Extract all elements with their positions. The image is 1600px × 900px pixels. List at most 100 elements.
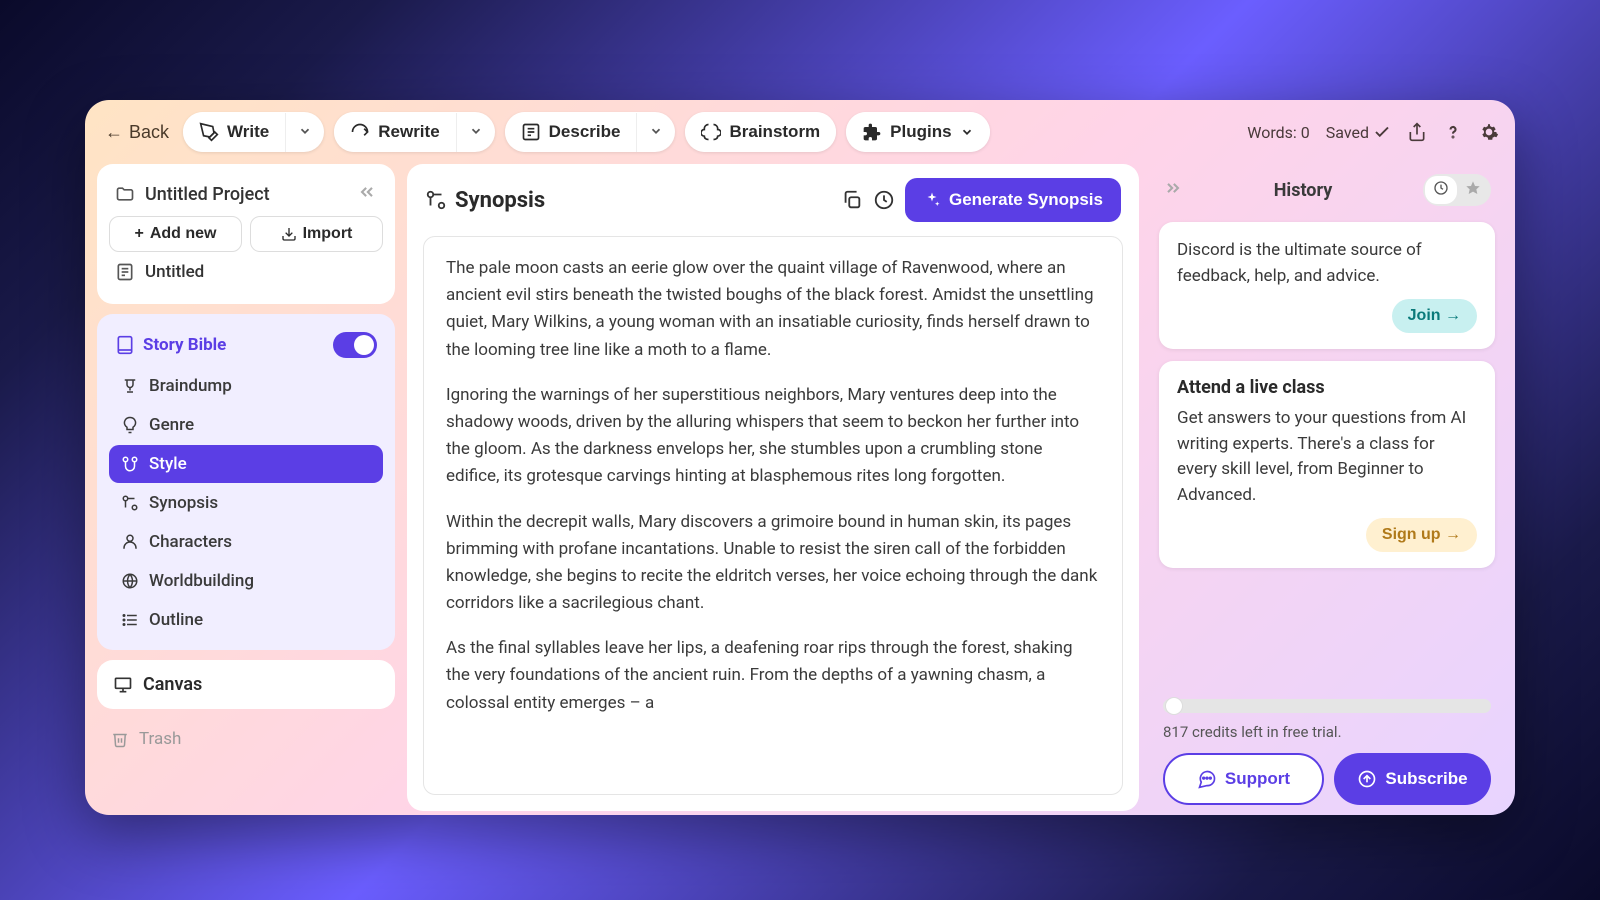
credits-area: 817 credits left in free trial. Support … bbox=[1151, 687, 1503, 811]
clock-icon bbox=[1433, 180, 1449, 196]
describe-group: Describe bbox=[505, 112, 676, 152]
subscribe-button[interactable]: Subscribe bbox=[1334, 753, 1491, 805]
trash-icon bbox=[111, 730, 129, 748]
check-icon bbox=[1373, 123, 1391, 141]
brainstorm-group: Brainstorm bbox=[685, 112, 836, 152]
share-icon bbox=[1407, 122, 1427, 142]
style-icon bbox=[121, 455, 139, 473]
plugins-label: Plugins bbox=[890, 122, 951, 142]
puzzle-icon bbox=[862, 122, 882, 142]
download-icon bbox=[281, 226, 297, 242]
discord-text: Discord is the ultimate source of feedba… bbox=[1177, 238, 1477, 289]
chevrons-right-icon bbox=[1163, 178, 1183, 198]
lightbulb-icon bbox=[121, 416, 139, 434]
right-panel: History Discord is the ultimate source o… bbox=[1151, 164, 1503, 811]
document-item[interactable]: Untitled bbox=[109, 252, 383, 292]
add-new-button[interactable]: + Add new bbox=[109, 216, 242, 252]
support-button[interactable]: Support bbox=[1163, 753, 1324, 805]
write-group: Write bbox=[183, 112, 324, 152]
story-bible-title: Story Bible bbox=[143, 335, 325, 355]
generate-button[interactable]: Generate Synopsis bbox=[905, 178, 1121, 222]
bible-item-braindump[interactable]: Braindump bbox=[109, 367, 383, 405]
main-area: Untitled Project + Add new Import bbox=[85, 164, 1515, 815]
left-sidebar: Untitled Project + Add new Import bbox=[97, 164, 395, 811]
copy-button[interactable] bbox=[841, 189, 863, 211]
chat-icon bbox=[1197, 769, 1217, 789]
history-clock-option[interactable] bbox=[1425, 176, 1457, 204]
import-button[interactable]: Import bbox=[250, 216, 383, 252]
credits-progress bbox=[1163, 699, 1491, 713]
saved-status: Saved bbox=[1326, 123, 1391, 142]
synopsis-icon bbox=[121, 494, 139, 512]
story-bible-toggle[interactable] bbox=[333, 332, 377, 358]
back-button[interactable]: ← Back bbox=[101, 114, 173, 151]
describe-label: Describe bbox=[549, 122, 621, 142]
share-button[interactable] bbox=[1407, 122, 1427, 142]
brain-icon bbox=[701, 122, 721, 142]
join-button[interactable]: Join → bbox=[1392, 299, 1477, 333]
help-button[interactable] bbox=[1443, 122, 1463, 142]
rewrite-button[interactable]: Rewrite bbox=[334, 112, 455, 152]
story-bible-card: Story Bible Braindump Genre Style bbox=[97, 314, 395, 650]
canvas-item[interactable]: Canvas bbox=[97, 660, 395, 709]
trophy-icon bbox=[121, 377, 139, 395]
bible-item-style[interactable]: Style bbox=[109, 445, 383, 483]
bible-item-outline[interactable]: Outline bbox=[109, 601, 383, 639]
class-card: Attend a live class Get answers to your … bbox=[1159, 361, 1495, 568]
collapse-sidebar-button[interactable] bbox=[357, 182, 377, 206]
settings-button[interactable] bbox=[1479, 122, 1499, 142]
globe-icon bbox=[121, 572, 139, 590]
person-icon bbox=[121, 533, 139, 551]
center-panel: Synopsis Generate Synopsis The pale moon… bbox=[407, 164, 1139, 811]
back-label: Back bbox=[129, 122, 169, 143]
canvas-icon bbox=[113, 675, 133, 695]
describe-dropdown[interactable] bbox=[636, 113, 675, 152]
bible-item-worldbuilding[interactable]: Worldbuilding bbox=[109, 562, 383, 600]
chevrons-left-icon bbox=[357, 182, 377, 202]
plugins-button[interactable]: Plugins bbox=[846, 112, 989, 152]
document-icon bbox=[115, 262, 135, 282]
project-card: Untitled Project + Add new Import bbox=[97, 164, 395, 304]
gear-icon bbox=[1479, 122, 1499, 142]
describe-button[interactable]: Describe bbox=[505, 112, 637, 152]
rewrite-dropdown[interactable] bbox=[456, 113, 495, 152]
paragraph: Ignoring the warnings of her superstitio… bbox=[446, 382, 1100, 491]
plus-icon: + bbox=[134, 225, 143, 243]
progress-knob bbox=[1165, 697, 1183, 715]
class-text: Get answers to your questions from AI wr… bbox=[1177, 406, 1477, 508]
app-window: ← Back Write Rewrite Describe bbox=[85, 100, 1515, 815]
upgrade-icon bbox=[1357, 769, 1377, 789]
word-count: Words: 0 bbox=[1247, 123, 1309, 142]
help-icon bbox=[1443, 122, 1463, 142]
trash-item[interactable]: Trash bbox=[97, 719, 395, 759]
bible-item-genre[interactable]: Genre bbox=[109, 406, 383, 444]
history-button[interactable] bbox=[873, 189, 895, 211]
toolbar-status: Words: 0 Saved bbox=[1247, 122, 1499, 142]
synopsis-content[interactable]: The pale moon casts an eerie glow over t… bbox=[423, 236, 1123, 795]
plugins-group: Plugins bbox=[846, 112, 989, 152]
chevron-down-icon bbox=[469, 124, 483, 138]
rewrite-icon bbox=[350, 122, 370, 142]
star-icon bbox=[1465, 180, 1481, 196]
history-filter-toggle[interactable] bbox=[1423, 174, 1491, 206]
expand-panel-button[interactable] bbox=[1163, 178, 1183, 202]
bible-item-characters[interactable]: Characters bbox=[109, 523, 383, 561]
bible-item-synopsis[interactable]: Synopsis bbox=[109, 484, 383, 522]
rewrite-group: Rewrite bbox=[334, 112, 494, 152]
signup-button[interactable]: Sign up → bbox=[1366, 518, 1477, 552]
toolbar: ← Back Write Rewrite Describe bbox=[85, 100, 1515, 164]
write-label: Write bbox=[227, 122, 269, 142]
brainstorm-button[interactable]: Brainstorm bbox=[685, 112, 836, 152]
discord-card: Discord is the ultimate source of feedba… bbox=[1159, 222, 1495, 349]
synopsis-icon bbox=[425, 189, 447, 211]
write-button[interactable]: Write bbox=[183, 112, 285, 152]
list-icon bbox=[121, 611, 139, 629]
chevron-down-icon bbox=[649, 124, 663, 138]
history-title: History bbox=[1191, 180, 1415, 201]
folder-icon bbox=[115, 184, 135, 204]
paragraph: As the final syllables leave her lips, a… bbox=[446, 635, 1100, 717]
copy-icon bbox=[841, 189, 863, 211]
write-dropdown[interactable] bbox=[285, 113, 324, 152]
rewrite-label: Rewrite bbox=[378, 122, 439, 142]
history-star-option[interactable] bbox=[1457, 176, 1489, 204]
